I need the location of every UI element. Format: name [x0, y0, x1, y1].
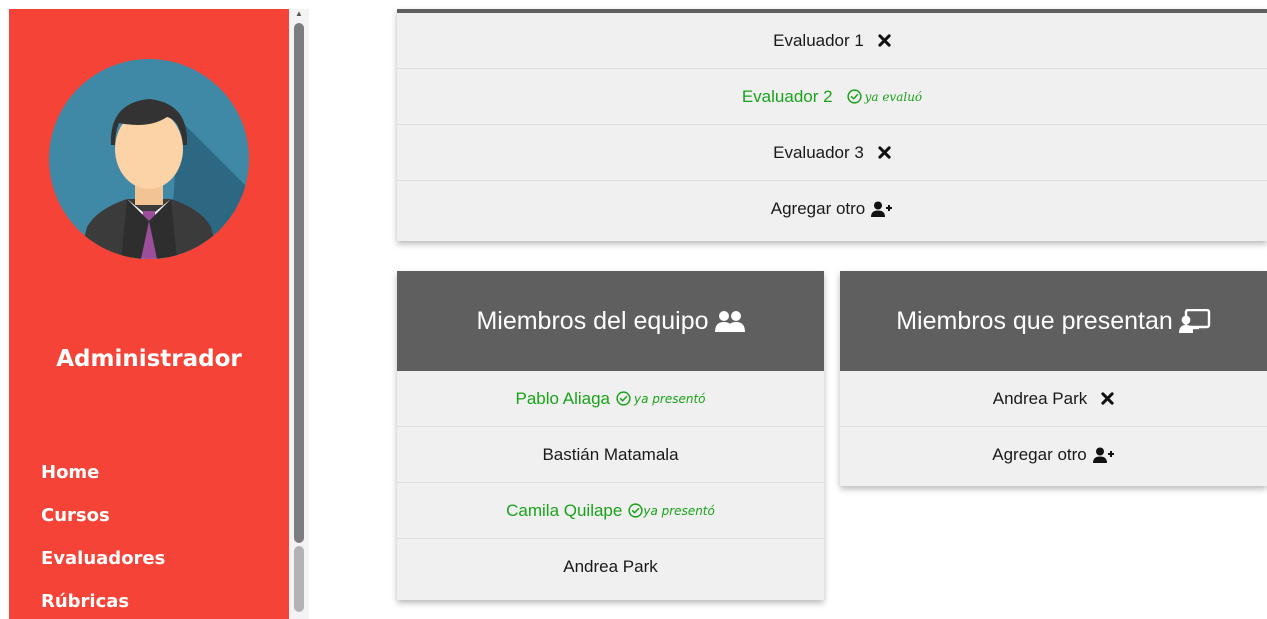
evaluator-row: Evaluador 3	[397, 125, 1267, 181]
team-member-row: Pablo Aliaga ya presentó	[397, 371, 824, 427]
sidebar-nav: Home Cursos Evaluadores Rúbricas	[41, 459, 165, 619]
scroll-up-arrow-icon[interactable]: ▲	[289, 9, 309, 19]
scroll-thumb[interactable]	[294, 23, 304, 543]
role-title: Administrador	[56, 346, 242, 372]
remove-icon[interactable]	[1101, 392, 1114, 405]
team-members-header: Miembros del equipo	[397, 271, 824, 371]
check-circle-icon	[616, 391, 631, 406]
add-evaluator-button[interactable]: Agregar otro	[397, 181, 1267, 237]
presenter-row: Andrea Park	[840, 371, 1267, 427]
check-circle-icon	[628, 503, 643, 518]
evaluator-name: Evaluador 2	[741, 86, 833, 106]
user-plus-icon	[1092, 447, 1115, 463]
team-member-row: Bastián Matamala	[397, 427, 824, 483]
add-presenter-label: Agregar otro	[992, 445, 1087, 464]
presenters-title: Miembros que presentan	[896, 306, 1173, 335]
nav-evaluadores[interactable]: Evaluadores	[41, 545, 165, 588]
remove-icon[interactable]	[878, 34, 891, 47]
evaluator-row: Evaluador 1	[397, 13, 1267, 69]
evaluator-row: Evaluador 2 ya evaluó	[397, 69, 1267, 125]
evaluator-name: Evaluador 1	[773, 30, 864, 50]
add-evaluator-label: Agregar otro	[770, 199, 866, 218]
presenters-header: Miembros que presentan	[840, 271, 1267, 371]
nav-home[interactable]: Home	[41, 459, 165, 502]
remove-icon[interactable]	[878, 146, 891, 159]
member-name: Camila Quilape	[506, 500, 623, 520]
presented-note: ya presentó	[634, 391, 706, 406]
presenter-name: Andrea Park	[992, 388, 1088, 408]
member-name: Pablo Aliaga	[515, 388, 611, 408]
nav-rubricas[interactable]: Rúbricas	[41, 588, 165, 619]
sidebar: Administrador Home Cursos Evaluadores Rú…	[9, 9, 289, 619]
member-name: Bastián Matamala	[542, 444, 679, 464]
team-members-title: Miembros del equipo	[476, 306, 709, 335]
check-circle-icon	[846, 89, 862, 104]
add-presenter-button[interactable]: Agregar otro	[840, 427, 1267, 483]
users-icon	[714, 310, 745, 332]
nav-cursos[interactable]: Cursos	[41, 502, 165, 545]
evaluator-name: Evaluador 3	[773, 142, 864, 162]
presenters-card: Miembros que presentan Andrea Park Agreg…	[840, 271, 1267, 486]
team-member-row: Andrea Park	[397, 539, 824, 595]
member-name: Andrea Park	[563, 557, 658, 576]
user-plus-icon	[871, 201, 893, 217]
evaluated-note: ya evaluó	[864, 89, 923, 104]
scrollbar[interactable]: ▲	[289, 9, 309, 619]
team-member-row: Camila Quilape ya presentó	[397, 483, 824, 539]
scroll-track[interactable]	[294, 546, 304, 612]
team-members-card: Miembros del equipo Pablo Aliaga ya pres…	[397, 271, 824, 600]
user-avatar-icon	[49, 59, 249, 259]
evaluators-card: Evaluador 1 Evaluador 2 ya evaluó Evalua…	[397, 9, 1267, 241]
presented-note: ya presentó	[643, 503, 715, 518]
presentation-board-icon	[1178, 309, 1211, 333]
